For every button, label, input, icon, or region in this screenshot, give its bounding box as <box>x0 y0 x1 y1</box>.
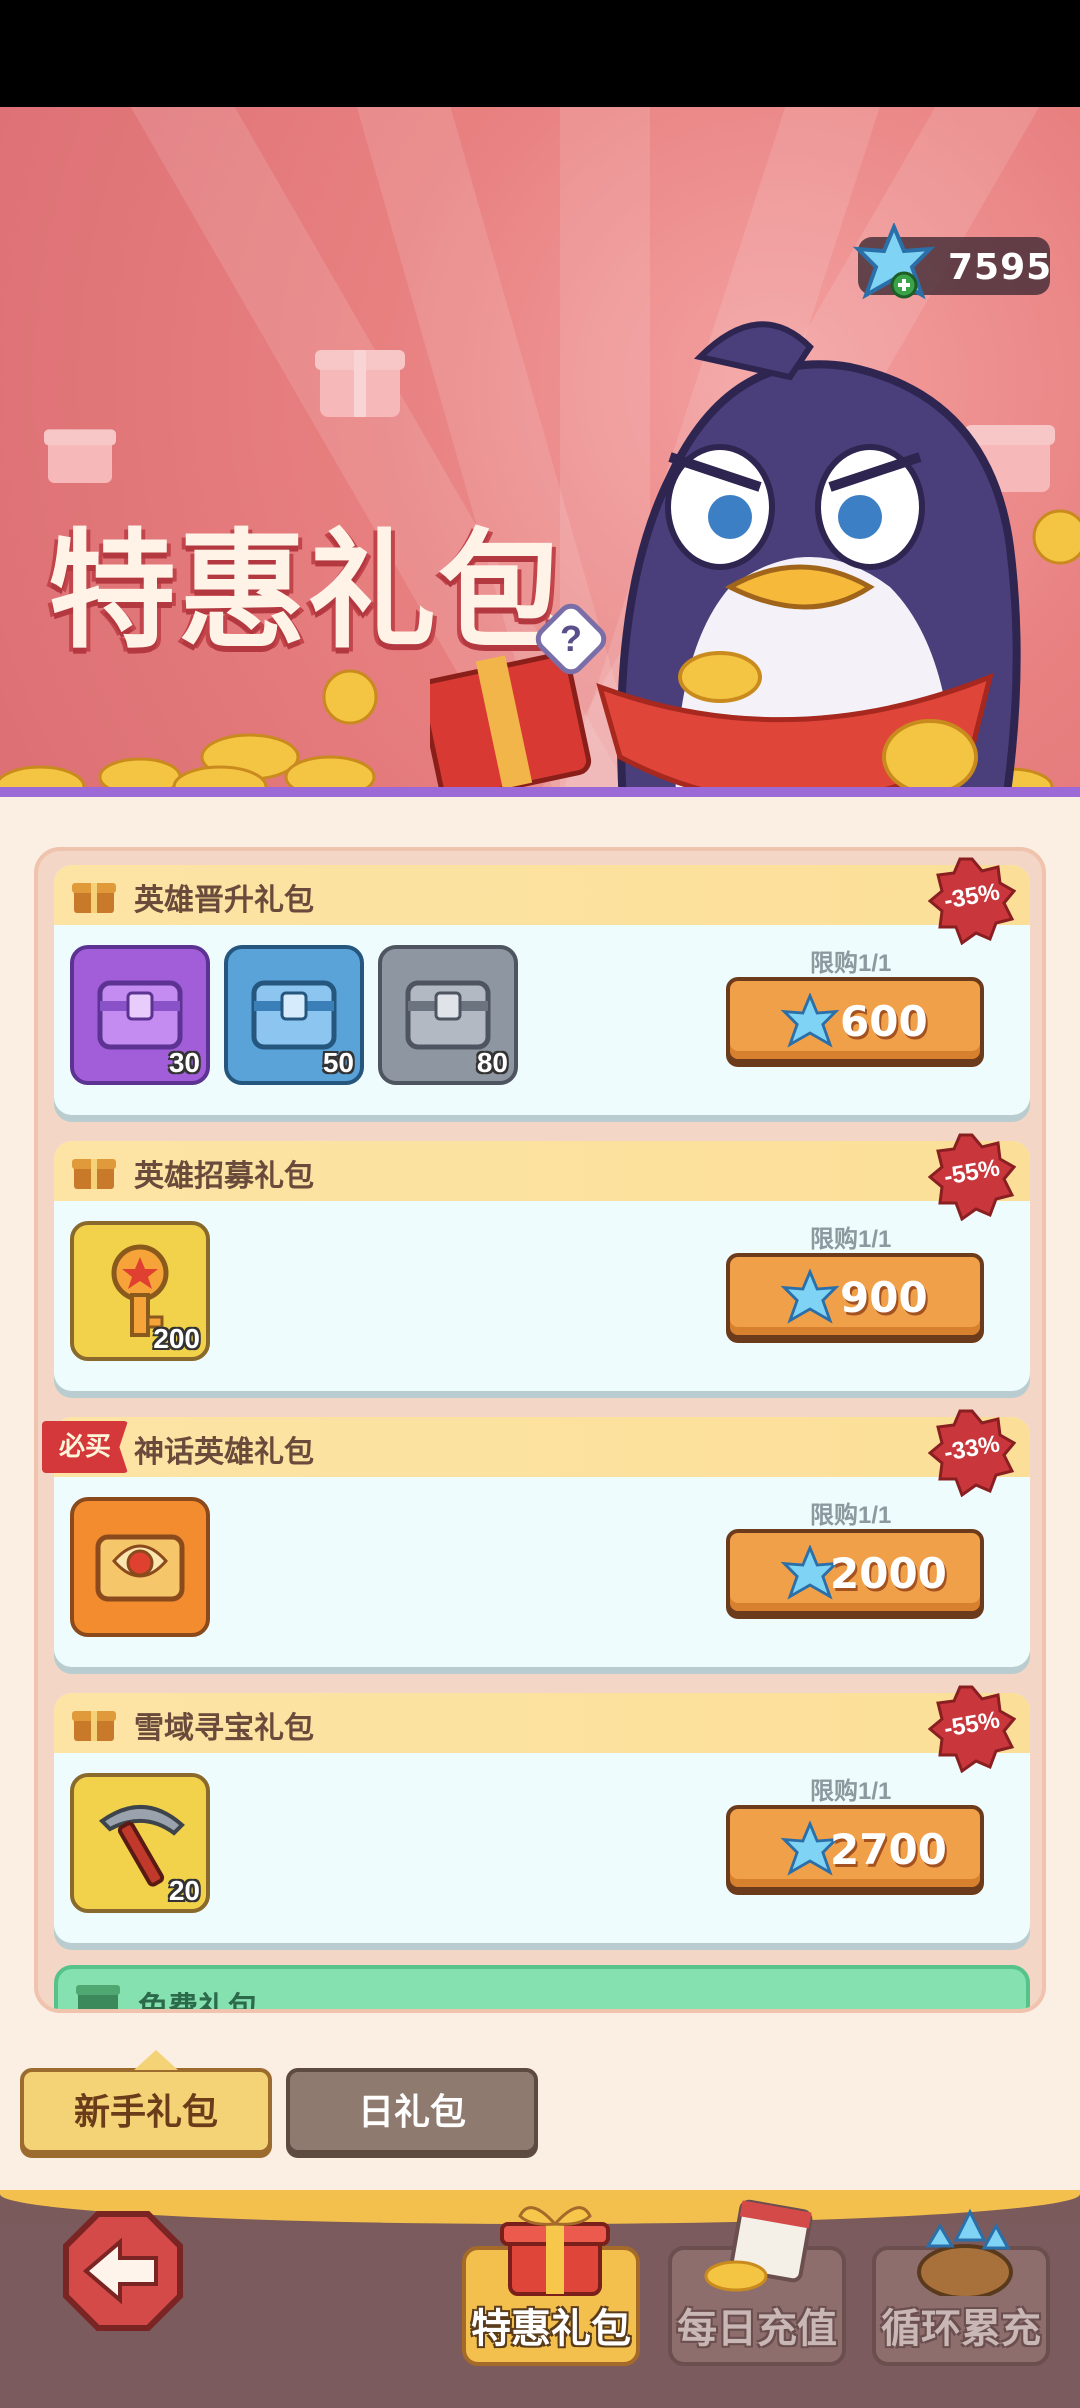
blue-gem-icon <box>780 993 840 1048</box>
price-label: 2000 <box>830 1549 947 1598</box>
item-slot[interactable] <box>70 1497 210 1637</box>
buy-button[interactable]: 900 <box>726 1253 984 1339</box>
nav-daily-recharge[interactable]: 每日充值 <box>668 2199 846 2366</box>
pack-header: 英雄晋升礼包 <box>54 865 1030 925</box>
buy-button[interactable]: 600 <box>726 977 984 1063</box>
blue-gem-icon <box>780 1269 840 1324</box>
banner: 特惠礼包 ? 7595 <box>0 107 1080 797</box>
tab-newbie-pack[interactable]: 新手礼包 <box>20 2050 272 2154</box>
calendar-icon <box>704 2199 813 2292</box>
pack-header: 神话英雄礼包 <box>54 1417 1030 1477</box>
item-slot[interactable]: 50 <box>224 945 364 1085</box>
back-arrow-icon[interactable] <box>62 2210 184 2332</box>
item-slot[interactable]: 30 <box>70 945 210 1085</box>
pack-card-treasure: 雪域寻宝礼包 20 限购1/1 2700 <box>54 1693 1030 1943</box>
item-quantity: 50 <box>322 1047 354 1078</box>
blue-gem-icon <box>852 223 936 300</box>
gift-box-icon <box>500 2206 610 2296</box>
gift-icon <box>72 1711 116 1741</box>
gift-decor-icon <box>44 429 116 483</box>
pack-title: 雪域寻宝礼包 <box>134 1712 314 1745</box>
gift-icon <box>72 1159 116 1189</box>
gift-icon <box>72 883 116 913</box>
gift-decor-icon <box>315 350 405 417</box>
currency-amount: 7595 <box>948 247 1053 288</box>
purchase-limit: 限购1/1 <box>810 1502 892 1529</box>
banner-title: 特惠礼包 <box>48 517 569 666</box>
price-label: 900 <box>840 1273 928 1322</box>
tab-daily-pack[interactable]: 日礼包 <box>286 2068 538 2154</box>
currency-display[interactable]: 7595 <box>852 223 1053 300</box>
nav-special-offer[interactable]: 特惠礼包 <box>462 2206 640 2366</box>
free-pack-header[interactable]: 免费礼包 <box>54 1965 1030 2013</box>
must-buy-badge: 必买 <box>42 1421 128 1473</box>
content-area: 英雄晋升礼包 30 50 80 限购1/1 600 英雄招募礼包 200 限购1… <box>0 797 1080 2197</box>
nav-daily-label: 每日充值 <box>677 2307 837 2351</box>
purchase-limit: 限购1/1 <box>810 1226 892 1253</box>
pack-list[interactable]: 英雄晋升礼包 30 50 80 限购1/1 600 英雄招募礼包 200 限购1… <box>34 847 1046 2013</box>
gem-bag-icon <box>917 2208 1013 2296</box>
banner-divider <box>0 787 1080 797</box>
pack-header: 英雄招募礼包 <box>54 1141 1030 1201</box>
gift-icon <box>76 1985 120 2009</box>
item-quantity: 30 <box>168 1047 200 1078</box>
mythic-chest-icon <box>95 1534 185 1602</box>
free-pack-title: 免费礼包 <box>138 1992 258 2013</box>
purchase-limit: 限购1/1 <box>810 1778 892 1805</box>
item-quantity: 80 <box>476 1047 508 1078</box>
pack-title: 英雄晋升礼包 <box>134 884 314 917</box>
item-slot[interactable]: 80 <box>378 945 518 1085</box>
item-slot[interactable]: 20 <box>70 1773 210 1913</box>
pack-card-promotion: 英雄晋升礼包 30 50 80 限购1/1 600 <box>54 865 1030 1115</box>
nav-special-label: 特惠礼包 <box>471 2307 631 2351</box>
item-quantity: 20 <box>168 1875 200 1906</box>
price-label: 2700 <box>830 1825 947 1874</box>
bottom-nav: 特惠礼包 每日充值 循环累充 <box>0 2190 1080 2408</box>
nav-cycle-label: 循环累充 <box>881 2307 1041 2351</box>
purchase-limit: 限购1/1 <box>810 950 892 977</box>
pack-card-recruit: 英雄招募礼包 200 限购1/1 900 <box>54 1141 1030 1391</box>
discount-badge: -55% <box>928 1133 1016 1221</box>
discount-badge: -33% <box>928 1409 1016 1497</box>
buy-button[interactable]: 2700 <box>726 1805 984 1891</box>
nav-cycle-recharge[interactable]: 循环累充 <box>872 2208 1050 2366</box>
status-bar <box>0 0 1080 107</box>
pack-card-mythic: 神话英雄礼包 必买 限购1/1 2000 <box>42 1417 1030 1667</box>
discount-badge: -35% <box>928 857 1016 945</box>
pack-title: 神话英雄礼包 <box>134 1436 314 1469</box>
buy-button[interactable]: 2000 <box>726 1529 984 1615</box>
price-label: 600 <box>840 997 928 1046</box>
coin-icon <box>322 669 378 725</box>
item-quantity: 200 <box>153 1323 200 1354</box>
pack-title: 英雄招募礼包 <box>134 1160 314 1193</box>
help-label: ? <box>560 618 582 659</box>
pack-header: 雪域寻宝礼包 <box>54 1693 1030 1753</box>
discount-badge: -55% <box>928 1685 1016 1773</box>
item-slot[interactable]: 200 <box>70 1221 210 1361</box>
